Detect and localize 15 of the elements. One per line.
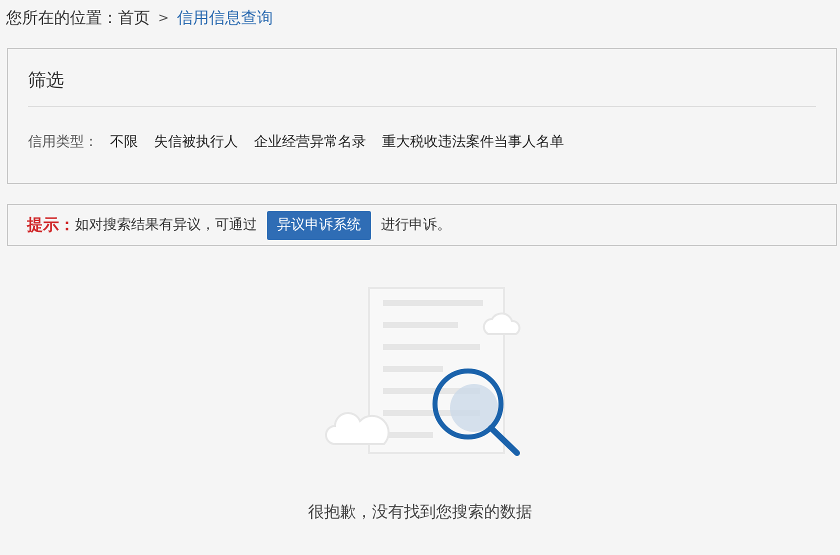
breadcrumb-current: 信用信息查询 bbox=[176, 8, 273, 28]
empty-message: 很抱歉，没有找到您搜索的数据 bbox=[308, 502, 532, 523]
appeal-system-button[interactable]: 异议申诉系统 bbox=[267, 210, 371, 240]
filter-title: 筛选 bbox=[28, 69, 64, 92]
breadcrumb-link[interactable]: 首页 bbox=[118, 8, 150, 28]
filter-option[interactable]: 失信被执行人 bbox=[154, 133, 238, 151]
notice-suffix: 进行申诉。 bbox=[381, 216, 451, 234]
credit-type-label: 信用类型： bbox=[28, 133, 98, 151]
location-label: 您所在的位置： bbox=[6, 8, 118, 28]
notice-label: 提示： bbox=[27, 214, 75, 236]
notice-text: 如对搜索结果有异议，可通过 bbox=[75, 216, 257, 234]
breadcrumb-separator: > bbox=[158, 10, 169, 26]
filter-option[interactable]: 重大税收违法案件当事人名单 bbox=[382, 133, 564, 151]
filter-option[interactable]: 不限 bbox=[110, 133, 138, 151]
filter-option[interactable]: 企业经营异常名录 bbox=[254, 133, 366, 151]
